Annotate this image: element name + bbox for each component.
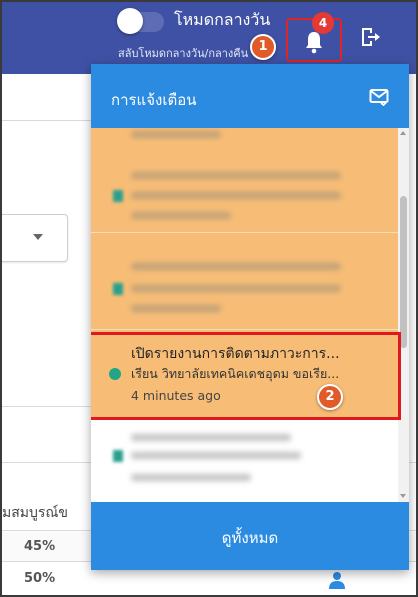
- blurred-text: [131, 212, 231, 219]
- scrollbar-thumb[interactable]: [400, 196, 407, 348]
- notification-title: เปิดรายงานการติดตามภาวะการ...: [131, 346, 340, 362]
- notification-item[interactable]: [91, 142, 398, 232]
- step-marker: 2: [317, 384, 343, 410]
- notification-item[interactable]: [91, 233, 398, 329]
- status-dot: [113, 190, 123, 202]
- percent-cell: 45%: [24, 539, 56, 554]
- notification-panel-header: การแจ้งเตือน: [91, 64, 409, 128]
- notification-time: 4 minutes ago: [131, 388, 221, 403]
- scroll-up-arrow[interactable]: [400, 131, 406, 135]
- notification-panel: การแจ้งเตือน เปิดรายงานการติดตามภาวะการ.…: [91, 64, 409, 570]
- blurred-text: [131, 263, 341, 270]
- notification-item[interactable]: [91, 128, 398, 142]
- notification-count-badge: 4: [312, 12, 334, 34]
- scroll-down-arrow[interactable]: [400, 494, 406, 498]
- column-header: มสมบูรณ์ข: [2, 505, 68, 521]
- theme-mode-hint: สลับโหมดกลางวัน/กลางคืน: [118, 47, 249, 60]
- mark-read-mail-icon[interactable]: [369, 88, 389, 106]
- status-dot: [113, 450, 123, 462]
- blurred-text: [131, 305, 221, 312]
- blurred-text: [131, 285, 341, 292]
- notification-list[interactable]: [91, 128, 409, 502]
- blurred-text: [131, 474, 251, 481]
- app-window: มสมบูรณ์ข 45% 50% โหมดกลางวัน สลับโหมดกล…: [2, 2, 416, 595]
- unread-dot: [109, 368, 121, 380]
- view-all-label: ดูทั้งหมด: [221, 529, 279, 547]
- notification-item[interactable]: [91, 420, 398, 502]
- notification-subtitle: เรียน วิทยาลัยเทคนิคเดชอุดม ขอเรีย...: [131, 366, 340, 381]
- chevron-down-icon: [33, 234, 43, 240]
- percent-cell: 50%: [24, 571, 56, 586]
- logout-icon[interactable]: [359, 26, 381, 48]
- step-marker: 1: [250, 34, 276, 60]
- blurred-text: [131, 131, 221, 138]
- notification-button[interactable]: 4: [286, 12, 342, 62]
- blurred-text: [131, 172, 341, 179]
- theme-toggle-knob[interactable]: [117, 8, 143, 34]
- filter-dropdown[interactable]: [2, 214, 68, 262]
- theme-mode-label: โหมดกลางวัน: [174, 10, 271, 29]
- blurred-text: [131, 452, 301, 459]
- status-dot: [113, 283, 123, 295]
- view-all-button[interactable]: ดูทั้งหมด: [91, 502, 409, 570]
- blurred-text: [131, 192, 341, 199]
- user-icon[interactable]: [328, 571, 346, 589]
- blurred-text: [131, 434, 291, 441]
- notification-panel-title: การแจ้งเตือน: [111, 91, 197, 109]
